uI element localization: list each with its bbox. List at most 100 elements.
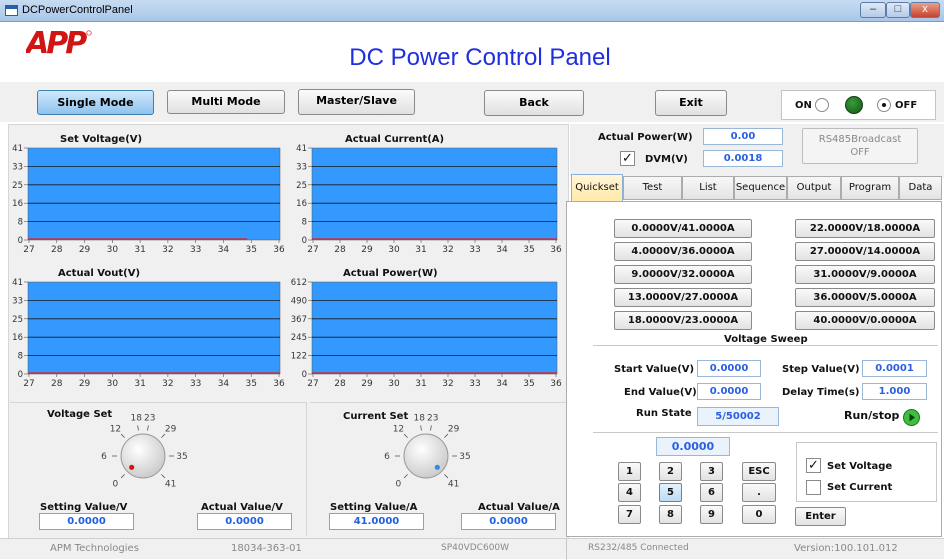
dial-scale-label: 29 — [165, 424, 177, 434]
quickset-preset-button[interactable]: 9.0000V/32.0000A — [614, 265, 752, 284]
dial-scale-label: 23 — [427, 414, 438, 424]
key-9[interactable]: 9 — [700, 505, 723, 524]
dial-tick — [430, 425, 432, 431]
on-radio[interactable] — [815, 98, 829, 112]
chart-y-tick-label: 41 — [12, 278, 23, 288]
key-0[interactable]: 0 — [742, 505, 776, 524]
close-button[interactable]: x — [910, 2, 940, 18]
maximize-button[interactable]: □ — [886, 2, 910, 18]
chart-x-tick-label: 28 — [334, 245, 346, 255]
quickset-preset-button[interactable]: 4.0000V/36.0000A — [614, 242, 752, 261]
tab-list[interactable]: List — [682, 176, 734, 200]
quickset-preset-button[interactable]: 0.0000V/41.0000A — [614, 219, 752, 238]
key-3[interactable]: 3 — [700, 462, 723, 481]
set-voltage-checkbox[interactable]: ✓ — [806, 458, 821, 473]
chart-x-tick-label: 33 — [469, 245, 480, 255]
key-1[interactable]: 1 — [618, 462, 641, 481]
dial-tick — [161, 474, 166, 479]
key-7[interactable]: 7 — [618, 505, 641, 524]
chart-x-tick-label: 33 — [190, 245, 201, 255]
sweep-start-label: Start Value(V) — [614, 364, 695, 375]
chart-plot-area — [311, 281, 558, 375]
dial-scale-label: 0 — [396, 480, 402, 490]
tab-output[interactable]: Output — [787, 176, 841, 200]
chart-x-tick-label: 33 — [190, 379, 201, 389]
off-radio[interactable] — [877, 98, 891, 112]
current-setting-field[interactable]: 41.0000 — [329, 513, 424, 530]
chart-y-tick-label: 8 — [18, 352, 23, 362]
sweep-end-field[interactable]: 0.0000 — [697, 383, 761, 400]
chart-x-tick-label: 29 — [79, 245, 91, 255]
quickset-preset-button[interactable]: 36.0000V/5.0000A — [795, 288, 935, 307]
tab-sequence[interactable]: Sequence — [734, 176, 787, 200]
sweep-delay-field[interactable]: 1.000 — [862, 383, 927, 400]
chart-x-tick-label: 31 — [415, 379, 426, 389]
quickset-preset-button[interactable]: 13.0000V/27.0000A — [614, 288, 752, 307]
output-status-led — [845, 96, 863, 114]
voltage-dial[interactable]: 0 6 12 18 23 29 35 41 — [90, 412, 200, 492]
chart-x-tick-label: 30 — [388, 379, 400, 389]
set-voltage-label: Set Voltage — [827, 461, 893, 472]
tab-test[interactable]: Test — [623, 176, 682, 200]
tab-program[interactable]: Program — [841, 176, 899, 200]
chart-y-tick-label: 367 — [291, 315, 307, 325]
minimize-button[interactable]: – — [860, 2, 886, 18]
window-title: DCPowerControlPanel — [22, 4, 133, 16]
multi-mode-button[interactable]: Multi Mode — [167, 90, 285, 114]
key-esc[interactable]: ESC — [742, 462, 776, 481]
quickset-preset-button[interactable]: 18.0000V/23.0000A — [614, 311, 752, 330]
chart-y-tick-label: 33 — [296, 162, 307, 172]
chart-x-tick-label: 34 — [218, 245, 230, 255]
chart-x-tick-label: 30 — [388, 245, 400, 255]
single-mode-button[interactable]: Single Mode — [37, 90, 154, 115]
quickset-preset-button[interactable]: 40.0000V/0.0000A — [795, 311, 935, 330]
key-5[interactable]: 5 — [659, 483, 682, 502]
chart-x-tick-label: 28 — [51, 379, 63, 389]
chart-x-tick-label: 35 — [245, 379, 256, 389]
run-stop-button[interactable] — [903, 409, 920, 426]
current-dial[interactable]: 0 6 12 18 23 29 35 41 — [373, 412, 483, 492]
chart-x-tick-label: 34 — [496, 379, 508, 389]
keypad-display: 0.0000 — [656, 437, 730, 456]
chart-plot-area — [311, 147, 558, 241]
chart-x-tick-label: 35 — [523, 245, 534, 255]
chart-x-tick-label: 30 — [107, 245, 119, 255]
key-4[interactable]: 4 — [618, 483, 641, 502]
dial-scale-label: 41 — [165, 480, 176, 490]
chart-y-tick-label: 16 — [12, 199, 23, 209]
chart-y-tick-label: 16 — [296, 199, 307, 209]
chart-x-tick-label: 32 — [162, 379, 173, 389]
key-dot[interactable]: . — [742, 483, 776, 502]
set-current-checkbox[interactable] — [806, 480, 821, 495]
chart-x-tick-label: 27 — [307, 379, 318, 389]
voltage-setting-field[interactable]: 0.0000 — [39, 513, 134, 530]
exit-button[interactable]: Exit — [655, 90, 727, 116]
key-8[interactable]: 8 — [659, 505, 682, 524]
dial-scale-label: 6 — [101, 452, 107, 462]
quickset-preset-button[interactable]: 22.0000V/18.0000A — [795, 219, 935, 238]
sweep-step-field[interactable]: 0.0001 — [862, 360, 927, 377]
tab-data[interactable]: Data — [899, 176, 942, 200]
chart-x-tick-label: 34 — [496, 245, 508, 255]
sweep-step-label: Step Value(V) — [782, 364, 860, 375]
tab-quickset[interactable]: Quickset — [571, 174, 623, 202]
chart-x-tick-label: 34 — [218, 379, 230, 389]
chart-y-tick-label: 33 — [12, 296, 23, 306]
key-2[interactable]: 2 — [659, 462, 682, 481]
status-company: APM Technologies — [50, 543, 139, 554]
quickset-preset-button[interactable]: 27.0000V/14.0000A — [795, 242, 935, 261]
chart-y-tick-label: 25 — [296, 181, 307, 191]
dvm-checkbox[interactable]: ✓ — [620, 151, 635, 166]
key-6[interactable]: 6 — [700, 483, 723, 502]
sweep-start-field[interactable]: 0.0000 — [697, 360, 761, 377]
master-slave-button[interactable]: Master/Slave — [298, 89, 415, 115]
chart-y-tick-label: 25 — [12, 315, 23, 325]
chart-y-tick-label: 16 — [12, 333, 23, 343]
rs485-broadcast-button[interactable]: RS485Broadcast OFF — [802, 128, 918, 164]
quickset-preset-button[interactable]: 31.0000V/9.0000A — [795, 265, 935, 284]
enter-button[interactable]: Enter — [795, 507, 846, 526]
back-button[interactable]: Back — [484, 90, 584, 116]
chart-x-tick-label: 35 — [523, 379, 534, 389]
logo-text: APP — [26, 26, 87, 58]
chart-x-tick-label: 36 — [273, 245, 285, 255]
